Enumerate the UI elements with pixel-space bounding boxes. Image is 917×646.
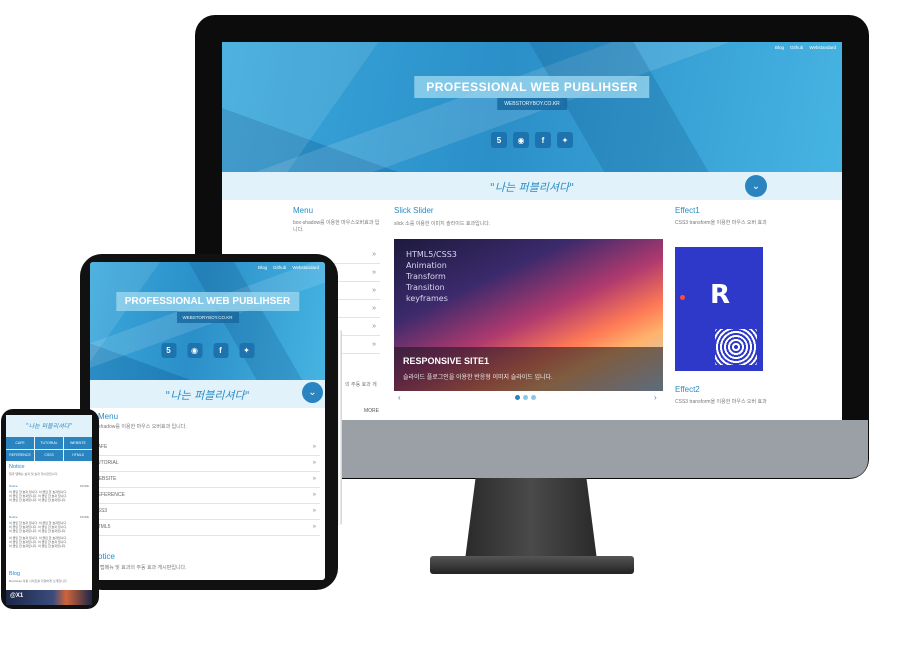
slider-dot[interactable]: [531, 395, 536, 400]
tablet-slogan-text: "나는 퍼블리셔다": [165, 389, 250, 402]
slider-image[interactable]: HTML5/CSS3 Animation Transform Transitio…: [394, 239, 663, 391]
phone-more-link[interactable]: MORE: [80, 484, 89, 488]
hero-header: Blog Github Webstandard PROFESSIONAL WEB…: [222, 42, 842, 172]
site-subtitle: WEBSTORYBOY.CO.KR: [497, 98, 567, 110]
tablet-site-title: PROFESSIONAL WEB PUBLIHSER: [115, 292, 300, 311]
html5-icon[interactable]: 5: [491, 132, 507, 148]
phone-blog-desc: Bootstrap 이용 사이트를 다양하게 소개합니다.: [9, 579, 68, 583]
effect1-desc: CSS3 transform을 이용한 마우스 오버 효과: [675, 220, 767, 226]
facebook-icon[interactable]: f: [213, 343, 228, 358]
slider-prev-button[interactable]: ‹: [398, 393, 401, 402]
effect1-image[interactable]: R: [675, 247, 763, 371]
menu-desc: box-shadow를 이용한 마우스오버효과 입니다.: [293, 220, 380, 233]
phone-menu-grid: CAFE TUTORIAL WEBSITE REFERENCE CSS3 HTM…: [6, 437, 92, 461]
nav-link-github[interactable]: Github: [790, 45, 803, 50]
phone-slogan-text: "나는 퍼블리셔다": [25, 423, 73, 430]
effect2-desc: CSS3 transform을 이용한 마우스 오버 효과: [675, 399, 767, 405]
slider-dot[interactable]: [523, 395, 528, 400]
nav-link-blog[interactable]: Blog: [258, 265, 267, 270]
tablet-menu-item-tutorial[interactable]: TUTORIAL»: [94, 456, 320, 472]
phone-grid-item[interactable]: CAFE: [6, 437, 34, 449]
phone-blog-image[interactable]: @X1: [6, 590, 92, 605]
effect1-title: Effect1: [675, 206, 700, 215]
phone-notice-sublabel: Notice: [9, 515, 18, 519]
phone-notice-desc: 탭과 탭메뉴 효과 및 효과 게시판입니다.: [9, 472, 59, 476]
tablet-scroll-down-button[interactable]: ⌄: [302, 382, 323, 403]
nav-link-webstandard[interactable]: Webstandard: [292, 265, 319, 270]
tablet-menu-item-reference[interactable]: REFERENCE»: [94, 488, 320, 504]
pattern-card: [715, 329, 757, 365]
phone-notice-title: Notice: [9, 464, 25, 470]
slider-dot[interactable]: [515, 395, 520, 400]
phone-grid-item[interactable]: TUTORIAL: [35, 437, 63, 449]
tablet-menu-item-html5[interactable]: HTML5»: [94, 520, 320, 536]
slider-desc: slick 소를 이용한 이미지 슬라이드 효과입니다.: [394, 221, 491, 227]
phone-grid-item[interactable]: WEBSITE: [64, 437, 92, 449]
effect2-title: Effect2: [675, 385, 700, 394]
github-icon[interactable]: ◉: [513, 132, 529, 148]
tablet-screen: Blog Github Webstandard PROFESSIONAL WEB…: [90, 262, 325, 580]
slider-dots: [515, 395, 536, 400]
phone-slogan-banner: "나는 퍼블리셔다": [6, 415, 92, 437]
twitter-icon[interactable]: ✦: [239, 343, 254, 358]
tablet-menu-item-website[interactable]: WEBSITE»: [94, 472, 320, 488]
phone-grid-item[interactable]: HTML5: [64, 449, 92, 461]
more-link[interactable]: MORE: [364, 408, 379, 414]
tablet-social-icons: 5 ◉ f ✦: [161, 343, 254, 358]
tablet-menu-item-css3[interactable]: CSS3»: [94, 504, 320, 520]
slider-title: Slick Slider: [394, 206, 434, 215]
nav-link-github[interactable]: Github: [273, 265, 286, 270]
site-title: PROFESSIONAL WEB PUBLIHSER: [414, 76, 650, 98]
caption-title: RESPONSIVE SITE1: [403, 356, 490, 366]
tablet-site-subtitle: WEBSTORYBOY.CO.KR: [176, 312, 239, 323]
nav-link-blog[interactable]: Blog: [775, 45, 784, 50]
phone-blog-title: Blog: [9, 571, 21, 577]
menu-title: Menu: [293, 206, 314, 215]
twitter-icon[interactable]: ✦: [557, 132, 573, 148]
phone-more-link[interactable]: MORE: [80, 515, 89, 519]
scroll-down-button[interactable]: ⌄: [745, 175, 767, 197]
tablet-menu-title: Menu: [98, 412, 119, 421]
phone-footer-label: @X1: [10, 593, 24, 599]
phone-notice-list: 이 클린 한 효과 입니다. 이 클린 한 효과입니다. 이 클린 한 효과입니…: [9, 521, 68, 533]
slider-next-button[interactable]: ›: [654, 393, 657, 402]
github-icon[interactable]: ◉: [187, 343, 202, 358]
slider-image-text: HTML5/CSS3 Animation Transform Transitio…: [406, 250, 457, 303]
phone-notice-list: 이 클린 한 효과 입니다. 이 클린 한 효과입니다. 이 클린 한 효과입니…: [9, 536, 68, 548]
slider-caption: RESPONSIVE SITE1 슬라이드 플로그인을 이용한 반응형 이미지 …: [394, 347, 663, 391]
notice-side-text: 의 주동 효과 게: [345, 382, 377, 388]
phone-grid-item[interactable]: REFERENCE: [6, 449, 34, 461]
tablet-notice-desc: 리 탭메뉴 및 효과의 주동 효과 게시판입니다.: [94, 565, 187, 571]
monitor-stand-foot: [430, 556, 634, 574]
phone-notice-list: 이 클린 한 효과 입니다. 이 클린 한 효과입니다. 이 클린 한 효과입니…: [9, 490, 68, 502]
html5-icon[interactable]: 5: [161, 343, 176, 358]
r-logo-icon: R: [709, 280, 731, 310]
nav-link-webstandard[interactable]: Webstandard: [809, 45, 836, 50]
phone-notice-sublabel: Notice: [9, 484, 18, 488]
caption-text: 슬라이드 플로그인을 이용한 반응형 이미지 슬라이드 입니다.: [403, 375, 553, 381]
tablet-hero: Blog Github Webstandard PROFESSIONAL WEB…: [90, 262, 325, 380]
tablet-slogan-banner: "나는 퍼블리셔다" ⌄: [90, 380, 325, 408]
tablet-notice-title: otice: [98, 552, 115, 561]
monitor-stand-neck: [465, 478, 597, 560]
facebook-icon[interactable]: f: [535, 132, 551, 148]
phone-screen: "나는 퍼블리셔다" CAFE TUTORIAL WEBSITE REFEREN…: [6, 415, 92, 605]
slogan-banner: "나는 퍼블리셔다" ⌄: [222, 172, 842, 200]
tablet-top-nav: Blog Github Webstandard: [258, 265, 319, 270]
tablet-menu-item-cafe[interactable]: CAFE»: [94, 440, 320, 456]
phone-grid-item[interactable]: CSS3: [35, 449, 63, 461]
social-icons: 5 ◉ f ✦: [491, 132, 573, 148]
decor-dot: [680, 295, 685, 300]
tablet-menu-desc: x-shadow를 이용한 마우스 오버효과 입니다.: [94, 424, 187, 430]
top-nav: Blog Github Webstandard: [775, 45, 836, 50]
